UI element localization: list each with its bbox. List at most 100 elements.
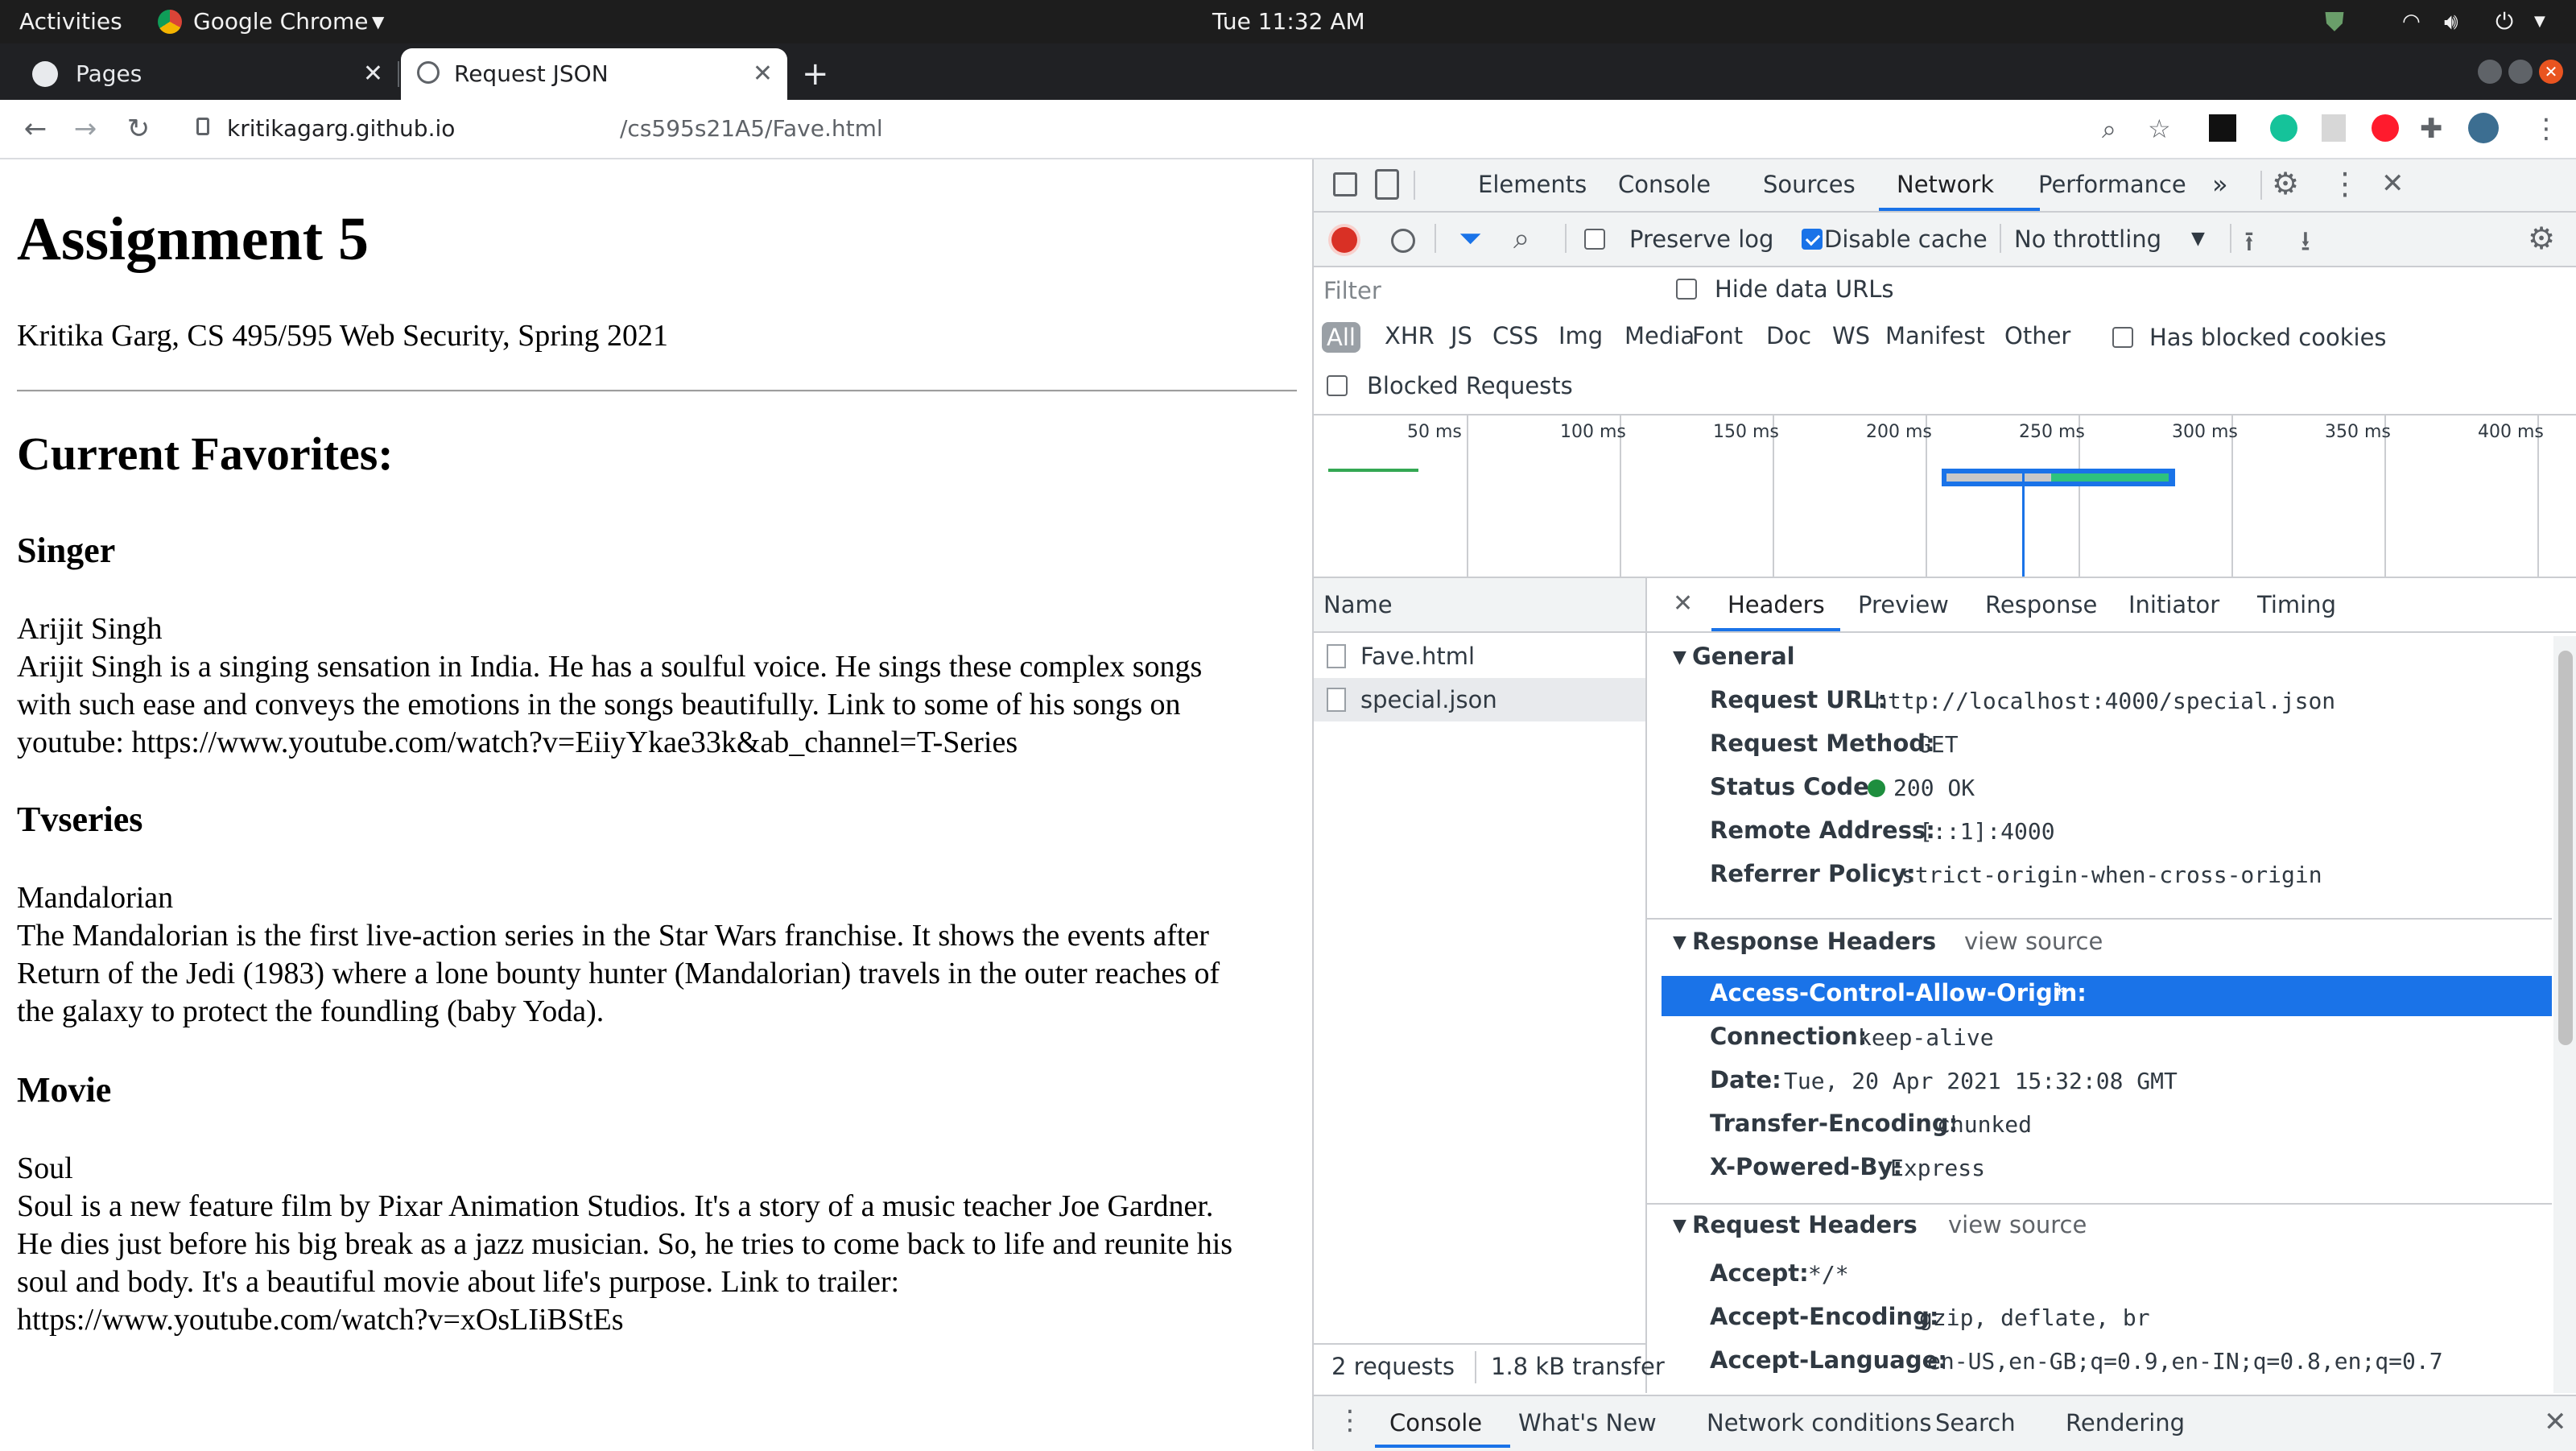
tab-elements[interactable]: Elements — [1478, 171, 1587, 198]
type-filter-ws[interactable]: WS — [1832, 322, 1870, 349]
app-menu[interactable]: Google Chrome — [193, 0, 368, 43]
scrollbar-thumb[interactable] — [2558, 651, 2573, 1045]
tab-preview[interactable]: Preview — [1858, 591, 1949, 618]
type-filter-media[interactable]: Media — [1624, 322, 1695, 349]
volume-icon[interactable]: 🔊︎ — [2444, 0, 2458, 43]
power-icon[interactable]: ⏻ — [2496, 0, 2513, 43]
clear-icon[interactable] — [1391, 229, 1415, 253]
disable-cache-checkbox[interactable] — [1802, 229, 1823, 250]
tab-sources[interactable]: Sources — [1763, 171, 1856, 198]
view-source-link[interactable]: view source — [1948, 1211, 2087, 1238]
clock[interactable]: Tue 11:32 AM — [1212, 0, 1365, 43]
bookmark-star-icon[interactable]: ☆ — [2148, 108, 2171, 150]
omnibox[interactable]: kritikagarg.github.io /cs595s21A5/Fave.h… — [175, 108, 2188, 150]
type-filter-all[interactable]: All — [1322, 322, 1360, 353]
maximize-icon[interactable] — [2508, 60, 2533, 84]
type-filter-other[interactable]: Other — [2004, 322, 2070, 349]
avatar[interactable] — [2468, 113, 2499, 143]
tab-timing[interactable]: Timing — [2257, 591, 2336, 618]
more-tabs-icon[interactable]: » — [2212, 169, 2228, 200]
drawer-tab-network-conditions[interactable]: Network conditions — [1707, 1409, 1932, 1437]
detail-scrollbar[interactable] — [2553, 636, 2576, 1393]
forward-icon[interactable]: → — [63, 100, 108, 158]
zoom-icon[interactable]: ⌕ — [2102, 108, 2116, 150]
tab-network[interactable]: Network — [1897, 171, 1994, 198]
opera-icon[interactable] — [2372, 114, 2399, 142]
throttling-select[interactable]: No throttling — [2014, 225, 2161, 253]
minimize-icon[interactable] — [2478, 60, 2502, 84]
general-section-title[interactable]: General — [1692, 643, 1795, 670]
request-name: Fave.html — [1360, 643, 1476, 670]
request-row[interactable]: Fave.html — [1314, 635, 1645, 678]
split-divider[interactable] — [1645, 578, 1647, 1393]
tab-performance[interactable]: Performance — [2038, 171, 2186, 198]
inspect-element-icon[interactable] — [1333, 172, 1357, 196]
tab-console[interactable]: Console — [1618, 171, 1711, 198]
drawer-tab-rendering[interactable]: Rendering — [2066, 1409, 2185, 1437]
settings-gear-icon[interactable]: ⚙ — [2272, 166, 2299, 201]
grammarly-icon[interactable] — [2270, 114, 2297, 142]
close-detail-icon[interactable]: ✕ — [1673, 589, 1693, 618]
new-tab-icon[interactable]: + — [802, 48, 829, 100]
expand-triangle-icon[interactable]: ▼ — [1673, 647, 1686, 668]
status-ok-dot-icon — [1868, 779, 1885, 797]
preserve-log-checkbox[interactable] — [1584, 229, 1605, 250]
search-icon[interactable]: ⌕ — [1513, 222, 1530, 256]
tab-request-json[interactable]: Request JSON ✕ — [401, 48, 787, 100]
type-filter-img[interactable]: Img — [1558, 322, 1603, 349]
activities-button[interactable]: Activities — [19, 0, 122, 43]
network-settings-gear-icon[interactable]: ⚙ — [2528, 221, 2555, 256]
extension-tool-icon[interactable] — [2209, 114, 2236, 142]
favorite-name: Mandalorian — [17, 881, 174, 915]
devtools-menu-icon[interactable]: ⋮ — [2330, 166, 2360, 201]
record-icon[interactable] — [1331, 227, 1357, 253]
drawer-tab-whats-new[interactable]: What's New — [1518, 1409, 1657, 1437]
view-source-link[interactable]: view source — [1964, 928, 2103, 955]
drawer-menu-icon[interactable]: ⋮ — [1336, 1404, 1364, 1437]
tab-response[interactable]: Response — [1985, 591, 2097, 618]
type-filter-css[interactable]: CSS — [1492, 322, 1538, 349]
tab-initiator[interactable]: Initiator — [2128, 591, 2219, 618]
request-headers-title[interactable]: Request Headers — [1692, 1211, 1918, 1238]
reload-icon[interactable]: ↻ — [116, 100, 161, 158]
type-filter-manifest[interactable]: Manifest — [1885, 322, 1985, 349]
name-column-header[interactable]: Name — [1314, 578, 1645, 633]
tab-pages[interactable]: Pages ✕ — [11, 48, 398, 100]
throttling-chevron-icon[interactable]: ▼ — [2191, 229, 2205, 249]
close-drawer-icon[interactable]: ✕ — [2544, 1406, 2567, 1438]
type-filter-js[interactable]: JS — [1451, 322, 1472, 349]
close-tab-icon[interactable]: ✕ — [753, 48, 773, 100]
drawer-tab-search[interactable]: Search — [1935, 1409, 2016, 1437]
expand-triangle-icon[interactable]: ▼ — [1673, 1216, 1686, 1236]
close-window-icon[interactable]: ✕ — [2539, 60, 2563, 84]
back-icon[interactable]: ← — [13, 100, 58, 158]
tab-headers[interactable]: Headers — [1728, 591, 1825, 618]
wifi-icon[interactable]: ◠ — [2402, 0, 2421, 43]
hide-data-urls-checkbox[interactable] — [1676, 279, 1697, 300]
export-har-icon[interactable]: ⭳ — [2301, 222, 2310, 268]
chevron-down-icon: ▼ — [372, 12, 385, 31]
shield-icon[interactable]: ⛊ — [2325, 0, 2344, 43]
close-devtools-icon[interactable]: ✕ — [2381, 167, 2405, 200]
filter-input[interactable]: Filter — [1320, 274, 1642, 308]
extensions-puzzle-icon[interactable]: ✚ — [2420, 100, 2443, 158]
response-headers-title[interactable]: Response Headers — [1692, 928, 1936, 955]
request-row-selected[interactable]: special.json — [1314, 678, 1645, 721]
extension-icon[interactable] — [2322, 114, 2346, 142]
type-filter-doc[interactable]: Doc — [1766, 322, 1811, 349]
has-blocked-cookies-checkbox[interactable] — [2112, 327, 2133, 348]
close-tab-icon[interactable]: ✕ — [363, 48, 383, 100]
blocked-requests-checkbox[interactable] — [1327, 375, 1348, 396]
expand-triangle-icon[interactable]: ▼ — [1673, 932, 1686, 953]
drawer-tab-console[interactable]: Console — [1389, 1409, 1482, 1437]
type-filter-font[interactable]: Font — [1692, 322, 1743, 349]
lock-icon[interactable] — [196, 118, 209, 135]
type-filter-xhr[interactable]: XHR — [1385, 322, 1435, 349]
import-har-icon[interactable]: ⭱ — [2244, 222, 2254, 268]
header-key: Status Code: — [1710, 773, 1879, 800]
filter-funnel-icon[interactable]: ⏷ — [1459, 222, 1482, 256]
device-toolbar-icon[interactable] — [1375, 169, 1399, 200]
hide-data-urls-label: Hide data URLs — [1715, 275, 1894, 303]
system-menu-chevron-icon[interactable]: ▼ — [2534, 0, 2545, 43]
browser-menu-icon[interactable]: ⋮ — [2533, 100, 2560, 158]
